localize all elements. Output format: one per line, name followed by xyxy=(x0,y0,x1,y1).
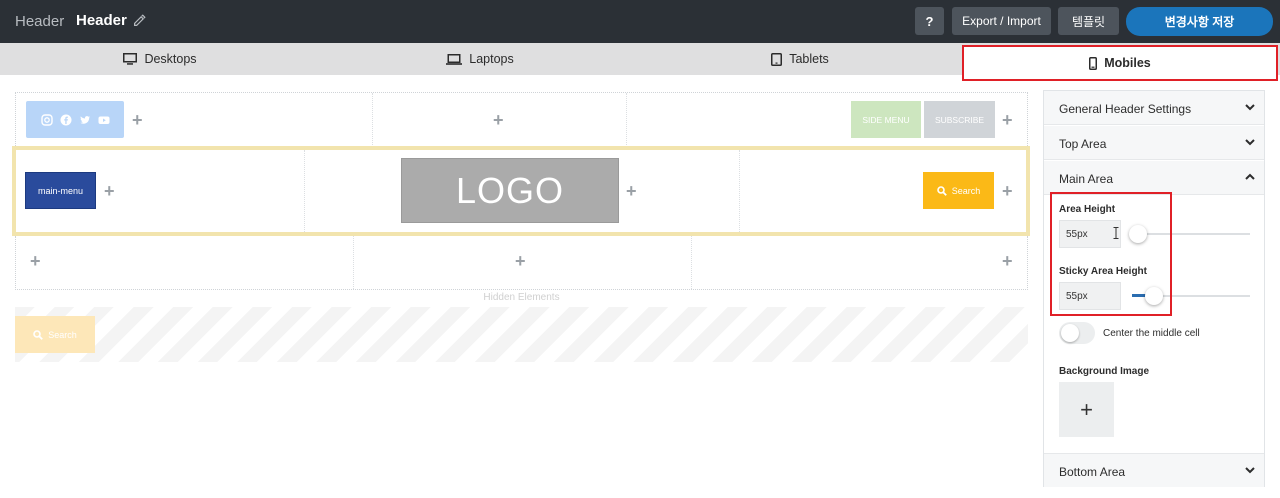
page-title: Header xyxy=(76,12,127,29)
hidden-elements-zone: Search xyxy=(15,307,1028,362)
tab-label: Tablets xyxy=(789,52,829,66)
section-label: Bottom Area xyxy=(1059,465,1126,479)
main-menu-element[interactable]: main-menu xyxy=(25,172,96,209)
facebook-icon xyxy=(60,114,71,125)
column-divider xyxy=(372,93,373,147)
search-label: Search xyxy=(951,185,981,196)
chevron-up-icon xyxy=(1245,173,1255,180)
add-element-button[interactable]: + xyxy=(626,182,637,200)
background-image-label: Background Image xyxy=(1059,366,1150,377)
mobile-icon xyxy=(1089,56,1098,70)
template-button[interactable]: 템플릿 xyxy=(1058,7,1119,35)
tab-desktops[interactable]: Desktops xyxy=(0,43,320,75)
add-element-button[interactable]: + xyxy=(30,252,41,270)
add-element-button[interactable]: + xyxy=(1002,111,1013,129)
section-label: General Header Settings xyxy=(1059,102,1192,116)
tab-label: Laptops xyxy=(469,52,514,66)
section-top-area[interactable]: Top Area xyxy=(1044,126,1264,160)
tab-tablets[interactable]: Tablets xyxy=(640,43,960,75)
youtube-icon xyxy=(98,116,109,124)
pencil-icon[interactable] xyxy=(133,14,146,27)
search-icon xyxy=(33,329,44,340)
section-label: Main Area xyxy=(1059,172,1114,186)
bottom-area-row: + + + xyxy=(15,236,1028,290)
section-label: Top Area xyxy=(1059,137,1107,151)
section-bottom-area[interactable]: Bottom Area xyxy=(1044,453,1264,487)
top-area-row: + + SIDE MENU SUBSCRIBE + xyxy=(15,92,1028,148)
tablet-icon xyxy=(771,52,783,66)
add-element-button[interactable]: + xyxy=(493,111,504,129)
chevron-down-icon xyxy=(1245,467,1255,474)
center-middle-cell-label: Center the middle cell xyxy=(1103,328,1200,339)
tab-laptops[interactable]: Laptops xyxy=(320,43,640,75)
tab-label: Mobiles xyxy=(1104,56,1151,70)
chevron-down-icon xyxy=(1245,139,1255,146)
column-divider xyxy=(691,236,692,289)
search-label: Search xyxy=(48,329,77,340)
toggle-knob xyxy=(1061,324,1079,342)
device-tabs: Desktops Laptops Tablets Mobiles xyxy=(0,43,1280,81)
logo-element[interactable]: LOGO xyxy=(401,158,619,223)
instagram-icon xyxy=(40,113,53,126)
center-middle-cell-toggle[interactable] xyxy=(1059,322,1095,344)
top-bar: Header Header ? Export / Import 템플릿 변경사항… xyxy=(0,0,1280,43)
highlight-annotation xyxy=(1050,192,1172,316)
laptop-icon xyxy=(446,53,463,65)
column-divider xyxy=(304,150,305,232)
save-changes-button[interactable]: 변경사항 저장 xyxy=(1126,7,1273,36)
tab-label: Desktops xyxy=(144,52,197,66)
subscribe-element[interactable]: SUBSCRIBE xyxy=(924,101,995,138)
social-icons-element[interactable] xyxy=(26,101,124,138)
main-area-row: main-menu + LOGO + Search + xyxy=(12,146,1030,236)
export-import-button[interactable]: Export / Import xyxy=(952,7,1051,35)
help-button[interactable]: ? xyxy=(915,7,944,35)
add-element-button[interactable]: + xyxy=(515,252,526,270)
twitter-icon xyxy=(79,115,90,124)
side-menu-element[interactable]: SIDE MENU xyxy=(851,101,921,138)
hidden-search-element[interactable]: Search xyxy=(15,316,95,353)
add-element-button[interactable]: + xyxy=(104,182,115,200)
desktop-icon xyxy=(123,53,138,65)
chevron-down-icon xyxy=(1245,104,1255,111)
tab-mobiles[interactable]: Mobiles xyxy=(962,45,1278,81)
section-main-area[interactable]: Main Area xyxy=(1044,161,1264,195)
search-element[interactable]: Search xyxy=(923,172,994,209)
add-element-button[interactable]: + xyxy=(132,111,143,129)
column-divider xyxy=(353,236,354,289)
add-element-button[interactable]: + xyxy=(1002,182,1013,200)
add-element-button[interactable]: + xyxy=(1002,252,1013,270)
add-background-image-button[interactable]: + xyxy=(1059,382,1114,437)
breadcrumb[interactable]: Header xyxy=(15,13,64,30)
hidden-elements-label: Hidden Elements xyxy=(483,292,560,303)
column-divider xyxy=(626,93,627,147)
column-divider xyxy=(739,150,740,232)
section-general-header-settings[interactable]: General Header Settings xyxy=(1044,91,1264,125)
search-icon xyxy=(936,185,947,196)
